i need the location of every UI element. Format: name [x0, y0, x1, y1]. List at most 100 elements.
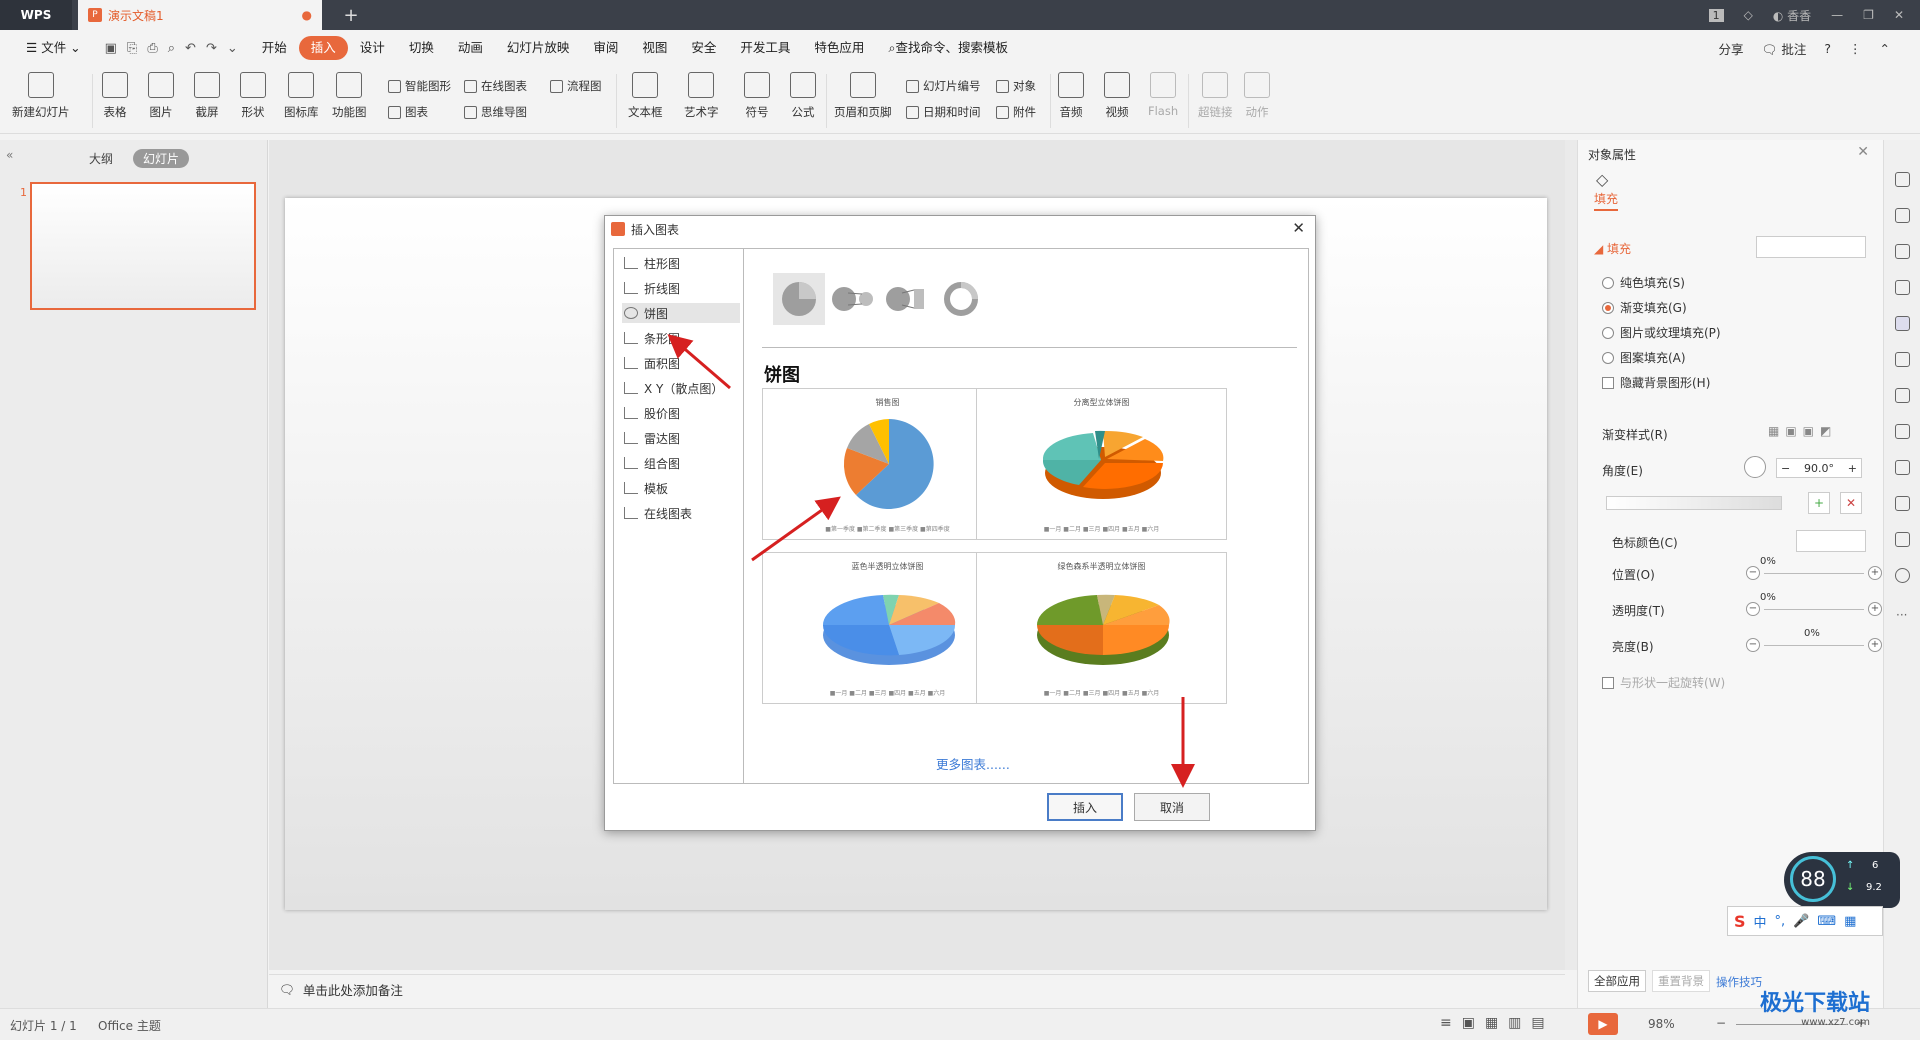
- vertical-scrollbar[interactable]: [1565, 140, 1577, 970]
- category-stock[interactable]: 股价图: [622, 403, 740, 423]
- help-circle-icon[interactable]: [1895, 568, 1910, 583]
- angle-spinner[interactable]: − 90.0° +: [1776, 458, 1862, 478]
- preview-icon[interactable]: ⌕: [168, 41, 175, 56]
- table-button[interactable]: 表格: [102, 72, 128, 120]
- template-green-translucent-3d-pie[interactable]: 绿色森系半透明立体饼图 ■一月 ■二月 ■三月 ■四月 ■五月 ■六月: [976, 552, 1227, 704]
- redo-icon[interactable]: ↷: [206, 41, 217, 56]
- apply-all-button[interactable]: 全部应用: [1588, 970, 1646, 992]
- gradient-bar[interactable]: [1606, 496, 1782, 510]
- category-area[interactable]: 面积图: [622, 353, 740, 373]
- attachment-button[interactable]: 附件: [996, 104, 1036, 120]
- symbol-button[interactable]: 符号: [744, 72, 770, 120]
- properties-icon[interactable]: [1895, 316, 1910, 331]
- more-icon[interactable]: ⌄: [227, 41, 238, 56]
- file-menu[interactable]: ☰ 文件 ⌄: [14, 36, 93, 60]
- flowchart-button[interactable]: 流程图: [550, 78, 602, 94]
- pin-icon[interactable]: [1895, 172, 1910, 187]
- transparency-minus[interactable]: −: [1746, 602, 1760, 616]
- animation-icon[interactable]: [1895, 496, 1910, 511]
- punctuation-icon[interactable]: °,: [1775, 914, 1786, 929]
- tab-special[interactable]: 特色应用: [802, 36, 876, 60]
- fill-bucket-icon[interactable]: ◇: [1596, 170, 1608, 189]
- zoom-level[interactable]: 98%: [1648, 1017, 1675, 1031]
- reset-background-button[interactable]: 重置背景: [1652, 970, 1710, 992]
- template-exploded-3d-pie[interactable]: 分离型立体饼图 ■一月 ■二月 ■三月 ■四月 ■五月 ■六月: [976, 388, 1227, 540]
- screenshot-button[interactable]: 截屏: [194, 72, 220, 120]
- tab-slideshow[interactable]: 幻灯片放映: [495, 36, 582, 60]
- tab-insert[interactable]: 插入: [298, 36, 348, 60]
- view-mode-icons[interactable]: ≡▣▦▥▤: [1440, 1015, 1555, 1031]
- formula-button[interactable]: 公式: [790, 72, 816, 120]
- textbox-button[interactable]: 文本框: [628, 72, 663, 120]
- add-stop-icon[interactable]: +: [1808, 492, 1830, 514]
- more-charts-link[interactable]: 更多图表......: [936, 754, 1010, 773]
- tab-security[interactable]: 安全: [679, 36, 728, 60]
- restore-button[interactable]: ❐: [1863, 8, 1874, 22]
- slide-thumbnail[interactable]: [30, 182, 256, 310]
- undo-icon[interactable]: ↶: [185, 41, 196, 56]
- subtype-bar-of-pie[interactable]: [881, 273, 933, 325]
- network-speed-widget[interactable]: 88 ↑ 6 ↓ 9.2: [1784, 852, 1900, 908]
- close-window-button[interactable]: ✕: [1894, 8, 1904, 22]
- comment-button[interactable]: 🗨 批注: [1762, 39, 1807, 58]
- category-combo[interactable]: 组合图: [622, 453, 740, 473]
- share-button[interactable]: 分享: [1718, 39, 1743, 58]
- tab-review[interactable]: 审阅: [581, 36, 630, 60]
- tab-view[interactable]: 视图: [630, 36, 679, 60]
- export-icon[interactable]: ⎘: [127, 41, 137, 56]
- position-slider[interactable]: [1764, 573, 1864, 574]
- hide-background-checkbox[interactable]: 隐藏背景图形(H): [1602, 374, 1710, 391]
- audio-button[interactable]: 音频: [1058, 72, 1084, 120]
- category-radar[interactable]: 雷达图: [622, 428, 740, 448]
- new-tab-button[interactable]: +: [336, 0, 366, 30]
- ime-toolbar[interactable]: S 中 °, 🎤 ⌨ ▦: [1727, 906, 1883, 936]
- icon-library-button[interactable]: 图标库: [284, 72, 319, 120]
- pane-title[interactable]: 对象属性: [1588, 146, 1636, 163]
- category-pie[interactable]: 饼图: [622, 303, 740, 323]
- tab-start[interactable]: 开始: [250, 36, 299, 60]
- document-tab[interactable]: P 演示文稿1 ●: [78, 0, 322, 30]
- stop-color-dropdown[interactable]: [1796, 530, 1866, 552]
- more-options-icon[interactable]: ⋮: [1849, 41, 1862, 56]
- category-line[interactable]: 折线图: [622, 278, 740, 298]
- dialog-close-icon[interactable]: ✕: [1292, 219, 1305, 237]
- radio-gradient-fill[interactable]: 渐变填充(G): [1602, 299, 1687, 316]
- chart-button[interactable]: 图表: [388, 104, 428, 120]
- skin-icon[interactable]: ◇: [1744, 8, 1753, 22]
- hyperlink-button[interactable]: 超链接: [1198, 72, 1233, 120]
- grid-menu-icon[interactable]: ▦: [1844, 914, 1856, 929]
- category-column[interactable]: 柱形图: [622, 253, 740, 273]
- art-text-button[interactable]: 艺术字: [684, 72, 719, 120]
- smart-shape-button[interactable]: 智能图形: [388, 78, 451, 94]
- command-search[interactable]: ⌕查找命令、搜索模板: [876, 36, 1020, 60]
- copy-icon[interactable]: [1895, 208, 1910, 223]
- layout-icon[interactable]: [1895, 388, 1910, 403]
- tab-animation[interactable]: 动画: [446, 36, 495, 60]
- help-icon[interactable]: ?: [1824, 41, 1831, 56]
- text-style-icon[interactable]: [1895, 280, 1910, 295]
- function-chart-button[interactable]: 功能图: [332, 72, 367, 120]
- play-slideshow-button[interactable]: ▶: [1588, 1013, 1618, 1035]
- mind-map-button[interactable]: 思维导图: [464, 104, 527, 120]
- shapes-icon[interactable]: [1895, 244, 1910, 259]
- sound-icon[interactable]: [1895, 460, 1910, 475]
- picture-panel-icon[interactable]: [1895, 352, 1910, 367]
- position-minus[interactable]: −: [1746, 566, 1760, 580]
- category-template[interactable]: 模板: [622, 478, 740, 498]
- category-online[interactable]: 在线图表: [622, 503, 740, 523]
- action-button[interactable]: 动作: [1244, 72, 1270, 120]
- subtype-doughnut[interactable]: [935, 273, 987, 325]
- subtype-pie[interactable]: [773, 273, 825, 325]
- image-icon[interactable]: [1895, 424, 1910, 439]
- flash-button[interactable]: Flash: [1148, 72, 1178, 118]
- subtype-pie-of-pie[interactable]: [827, 273, 879, 325]
- new-slide-button[interactable]: 新建幻灯片: [12, 72, 70, 120]
- header-footer-button[interactable]: 页眉和页脚: [834, 72, 892, 120]
- minus-icon[interactable]: −: [1781, 462, 1790, 475]
- plus-icon[interactable]: +: [1848, 462, 1857, 475]
- online-chart-button[interactable]: 在线图表: [464, 78, 527, 94]
- radio-pattern-fill[interactable]: 图案填充(A): [1602, 349, 1686, 366]
- collapse-ribbon-icon[interactable]: ⌃: [1880, 41, 1890, 56]
- radio-solid-fill[interactable]: 纯色填充(S): [1602, 274, 1685, 291]
- rotate-with-shape-checkbox[interactable]: 与形状一起旋转(W): [1602, 674, 1725, 691]
